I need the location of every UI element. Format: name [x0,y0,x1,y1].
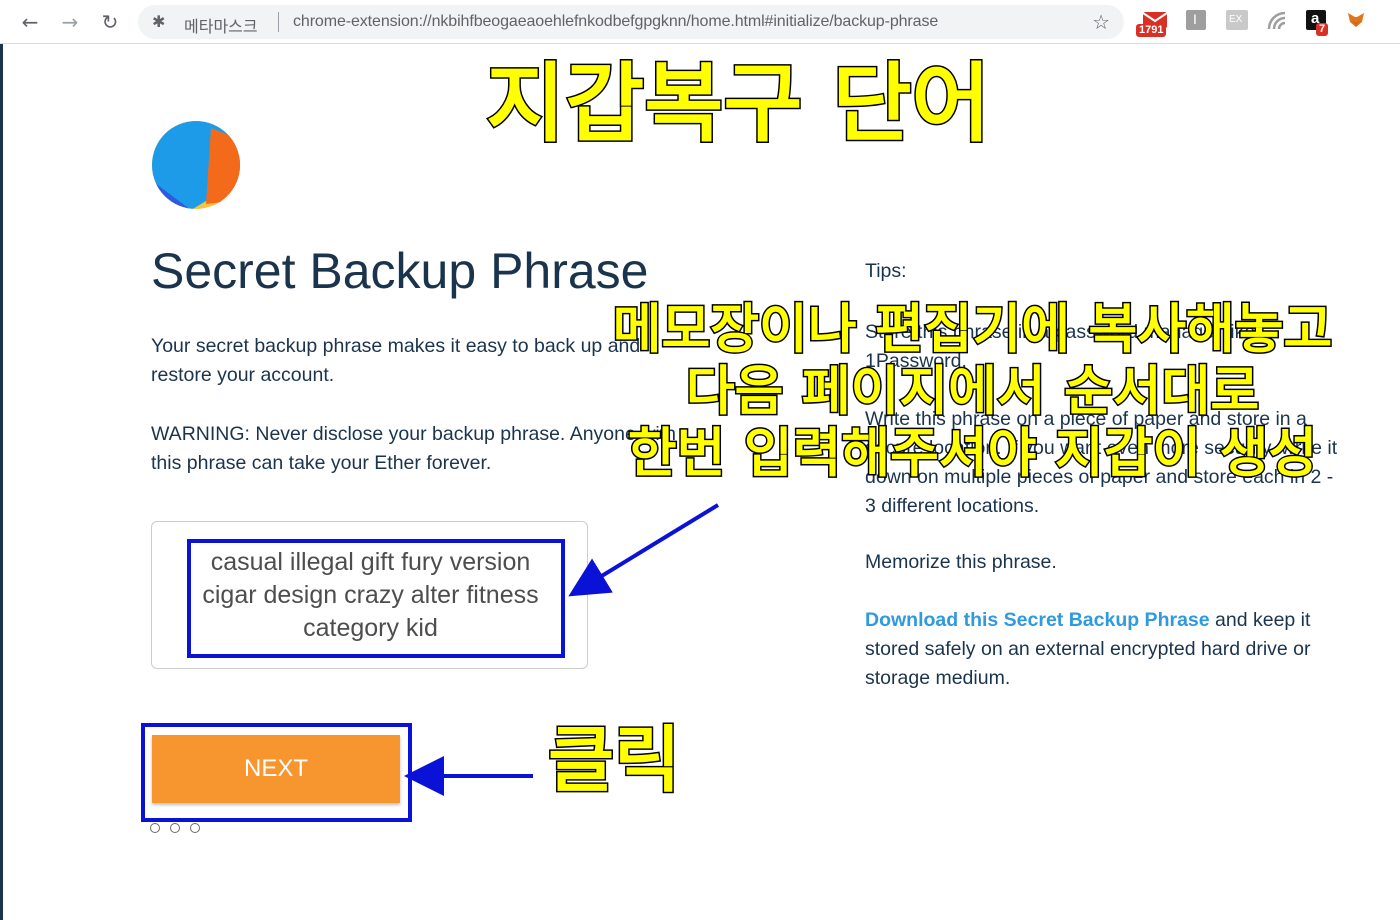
back-arrow-icon[interactable]: ← [18,10,42,34]
caption-mid-1: 메모장이나 편집기에 복사해놓고 [611,298,1334,362]
progress-dot-3 [190,823,200,833]
reload-icon[interactable]: ↻ [98,10,122,34]
progress-dots [150,820,210,834]
bookmark-star-icon[interactable]: ☆ [1092,10,1110,34]
url-separator [278,12,279,32]
ext-2-icon[interactable]: EX [1226,10,1248,32]
site-name: 메타마스크 [184,19,258,36]
metamask-fox-icon[interactable] [1346,10,1368,32]
ext-1-icon[interactable]: I [1186,10,1208,32]
feed-extension-icon[interactable] [1266,10,1288,32]
address-bar[interactable]: ✱ 메타마스크 chrome-extension://nkbihfbeogaea… [138,5,1124,39]
page-title: Secret Backup Phrase [151,243,649,299]
ext-4-badge: 7 [1316,23,1329,36]
gmail-badge: 1791 [1136,24,1167,37]
tips-heading: Tips: [865,260,907,282]
ext-1-letter: I [1193,11,1197,27]
tip-memorize: Memorize this phrase. [865,551,1057,573]
download-phrase-link[interactable]: Download this Secret Backup Phrase [865,609,1210,631]
caption-click: 클릭 [546,717,681,804]
progress-dot-1 [150,823,160,833]
browser-toolbar: ← → ↻ ✱ 메타마스크 chrome-extension://nkbihfb… [0,0,1400,44]
window-left-edge [0,44,3,920]
caption-mid-3: 한번 입력해주셔야 지갑이 생성 [626,422,1318,486]
metamask-logo-icon [151,120,241,210]
amazon-extension-icon[interactable]: a 7 [1306,10,1329,36]
arrow-to-phrase [568,503,720,597]
forward-arrow-icon[interactable]: → [58,10,82,34]
ext-2-letter: EX [1229,14,1243,25]
caption-mid-2: 다음 페이지에서 순서대로 [684,360,1260,424]
gmail-extension-icon[interactable]: 1791 [1136,10,1168,37]
next-highlight-box [141,723,412,822]
progress-dot-2 [170,823,180,833]
url-text[interactable]: chrome-extension://nkbihfbeogaeaoehlefnk… [293,13,938,31]
caption-top: 지갑복구 단어 [485,53,993,156]
phrase-highlight-box [187,539,565,658]
tip-download: Download this Secret Backup Phrase and k… [865,606,1345,693]
extension-puzzle-icon: ✱ [152,12,166,31]
